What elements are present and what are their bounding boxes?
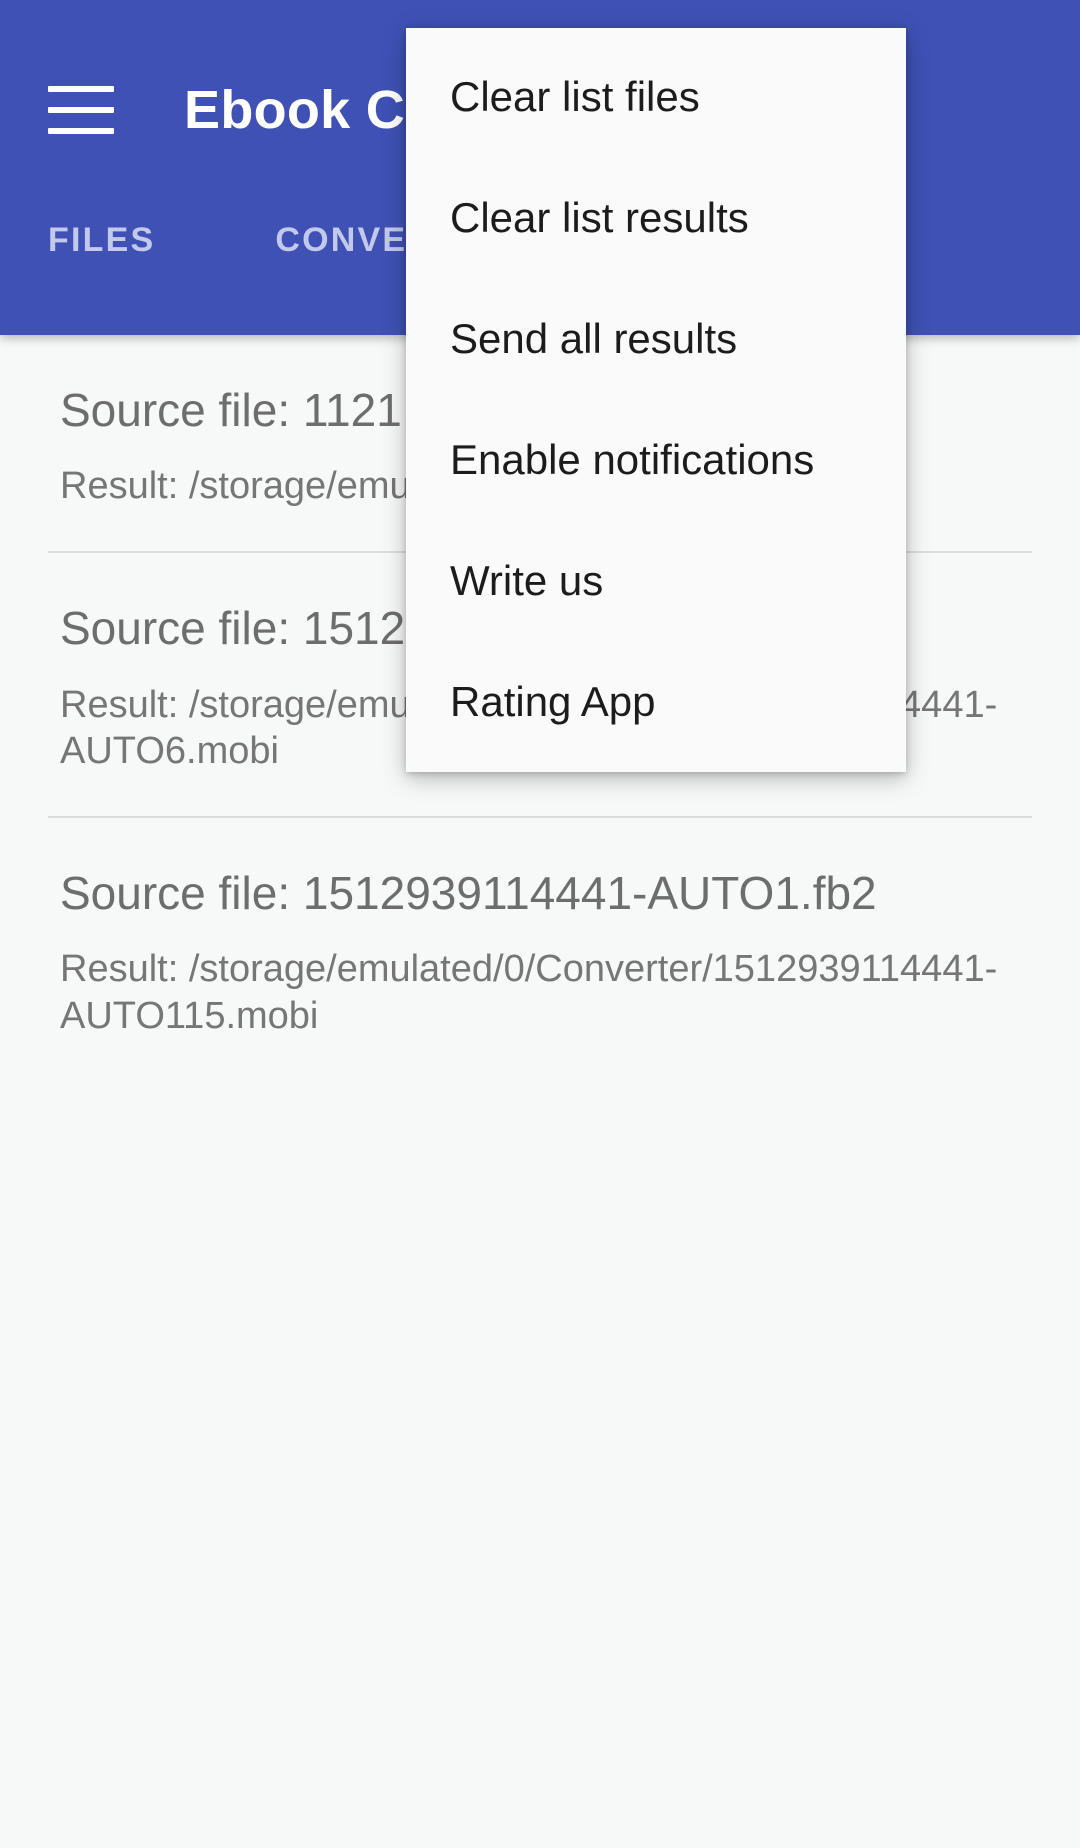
overflow-menu[interactable]: Clear list files Clear list results Send… — [406, 28, 906, 772]
hamburger-bar-3 — [48, 128, 114, 134]
result-output-path: Result: /storage/emulated/0/Converter/15… — [60, 948, 998, 1037]
menu-item-enable-notifications[interactable]: Enable notifications — [406, 399, 906, 520]
hamburger-menu-icon[interactable] — [48, 86, 114, 134]
hamburger-bar-2 — [48, 107, 114, 113]
list-item[interactable]: Source file: 1512939114441-AUTO1.fb2 Res… — [0, 818, 1080, 1081]
hamburger-bar-1 — [48, 86, 114, 92]
menu-item-send-all-results[interactable]: Send all results — [406, 278, 906, 399]
menu-item-clear-list-files[interactable]: Clear list files — [406, 36, 906, 157]
menu-item-write-us[interactable]: Write us — [406, 520, 906, 641]
menu-item-rating-app[interactable]: Rating App — [406, 641, 906, 762]
result-source-file: Source file: 1512939114441-AUTO1.fb2 — [60, 867, 877, 920]
menu-item-clear-list-results[interactable]: Clear list results — [406, 157, 906, 278]
app-screen: Ebook Converter FILES CONVERTING RESULTS… — [0, 0, 1080, 1848]
tab-files[interactable]: FILES — [48, 221, 155, 260]
